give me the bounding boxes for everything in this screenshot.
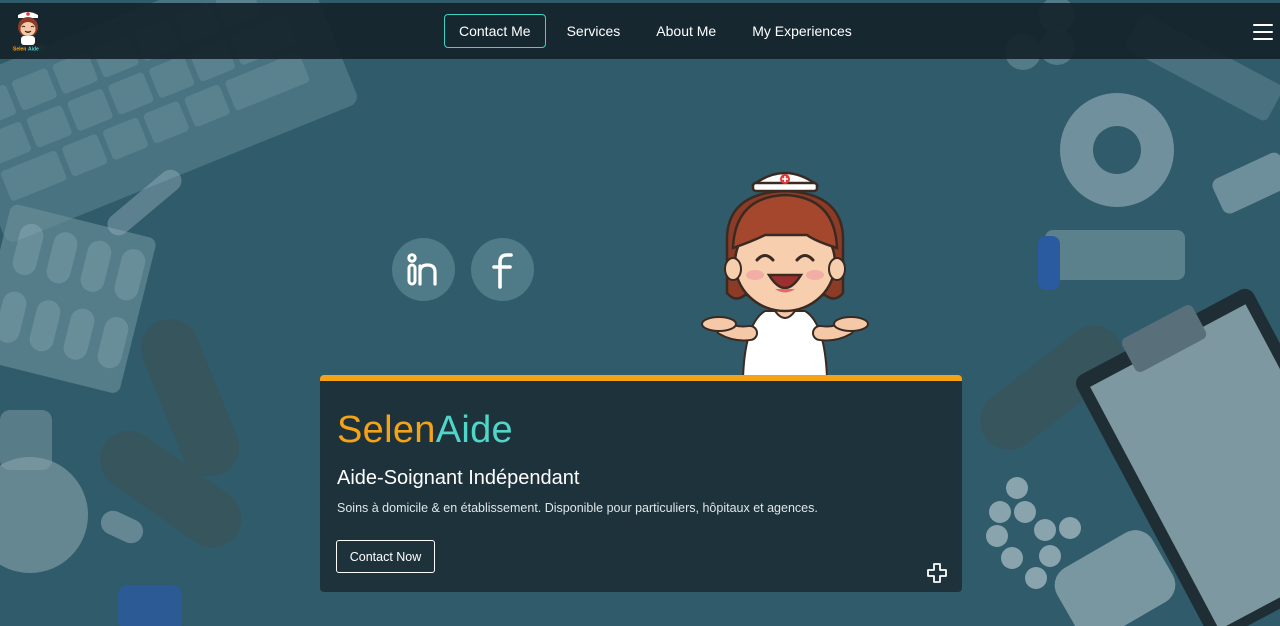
facebook-button[interactable] bbox=[471, 238, 534, 301]
linkedin-button[interactable] bbox=[392, 238, 455, 301]
hero-subtitle: Aide-Soignant Indépendant bbox=[337, 467, 580, 489]
contact-now-button[interactable]: Contact Now bbox=[336, 540, 435, 573]
nav-contact-me[interactable]: Contact Me bbox=[444, 14, 546, 48]
brand-name: SelenAide bbox=[337, 409, 513, 452]
hero-card: SelenAide Aide-Soignant Indépendant Soin… bbox=[320, 375, 962, 592]
nurse-mascot-logo-icon[interactable]: Selen Aide bbox=[8, 7, 48, 55]
nav-services[interactable]: Services bbox=[552, 14, 636, 48]
linkedin-icon bbox=[406, 252, 437, 286]
brand-name-part1: Selen bbox=[337, 409, 436, 451]
svg-text:Aide: Aide bbox=[28, 47, 39, 53]
hero-description: Soins à domicile & en établissement. Dis… bbox=[337, 501, 818, 515]
nurse-character-illustration bbox=[701, 171, 869, 378]
nav-my-experiences[interactable]: My Experiences bbox=[737, 14, 867, 48]
svg-text:Selen: Selen bbox=[13, 47, 26, 53]
brand-name-part2: Aide bbox=[435, 409, 513, 451]
facebook-icon bbox=[491, 252, 513, 289]
nav-about-me[interactable]: About Me bbox=[641, 14, 731, 48]
hamburger-menu-icon[interactable] bbox=[1253, 24, 1273, 40]
top-navbar: Selen Aide Contact Me Services About Me … bbox=[0, 3, 1280, 59]
main-navigation: Contact Me Services About Me My Experien… bbox=[444, 14, 873, 48]
medical-cross-icon bbox=[927, 563, 947, 583]
